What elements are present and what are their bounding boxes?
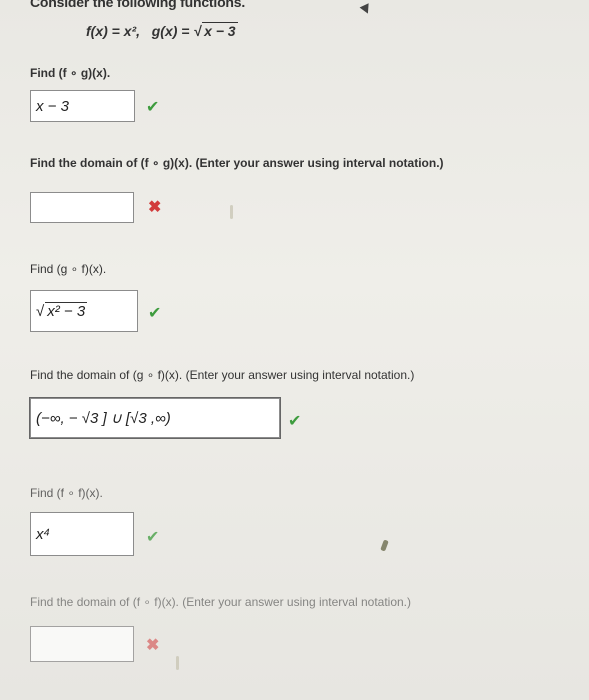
question-2-answer-input[interactable] [30, 192, 134, 223]
homework-page: Consider the following functions. f(x) =… [0, 0, 589, 700]
question-4-answer-input[interactable]: (−∞, − √3 ] ∪ [√3 ,∞) [29, 397, 281, 439]
question-5-prompt: Find (f ∘ f)(x). [30, 486, 103, 500]
mouse-cursor-icon [359, 3, 373, 16]
question-6-prompt: Find the domain of (f ∘ f)(x). (Enter yo… [30, 595, 412, 609]
smudge-mark [380, 539, 389, 552]
correct-check-icon: ✔ [288, 413, 302, 430]
question-3-answer-input[interactable]: √ x² − 3 [30, 290, 138, 332]
correct-check-icon: ✔ [148, 305, 162, 322]
problem-header: Consider the following functions. [30, 0, 246, 10]
question-4-prompt: Find the domain of (g ∘ f)(x). (Enter yo… [30, 368, 415, 382]
incorrect-cross-icon: ✖ [148, 199, 162, 216]
f-definition: f(x) = x², [86, 23, 141, 39]
function-definitions: f(x) = x², g(x) = √ x − 3 [86, 22, 238, 39]
correct-check-icon: ✔ [146, 99, 160, 116]
smudge-mark [230, 205, 233, 219]
g-definition-prefix: g(x) = [151, 23, 194, 39]
question-6-answer-input[interactable] [30, 626, 134, 662]
question-3-prompt: Find (g ∘ f)(x). [30, 262, 107, 276]
correct-check-icon: ✔ [146, 529, 160, 546]
question-1-answer-input[interactable]: x − 3 [30, 90, 135, 122]
question-1-prompt: Find (f ∘ g)(x). [30, 66, 111, 80]
smudge-mark [176, 656, 179, 670]
g-definition-radicand: x − 3 [202, 22, 238, 39]
question-3-answer-radicand: x² − 3 [45, 302, 88, 320]
question-2-prompt: Find the domain of (f ∘ g)(x). (Enter yo… [30, 156, 444, 170]
question-5-answer-input[interactable]: x⁴ [30, 512, 134, 556]
incorrect-cross-icon: ✖ [146, 637, 160, 654]
